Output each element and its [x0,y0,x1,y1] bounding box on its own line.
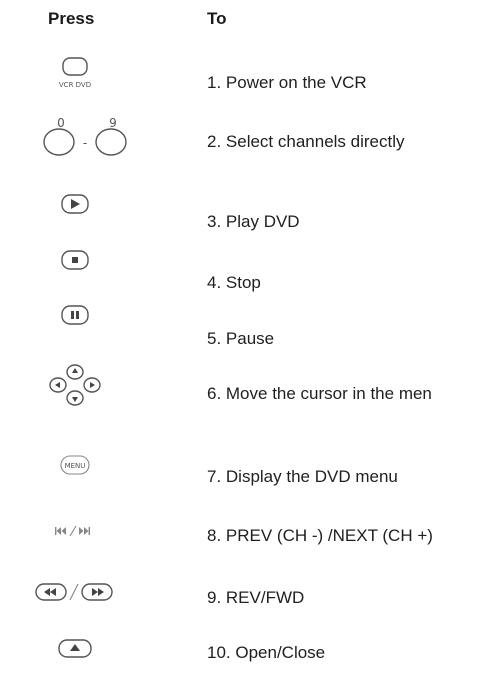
instruction-label: 5. Pause [207,329,275,348]
instruction-row-open-close: 10. Open/Close [0,637,494,663]
svg-text:VCR DVD: VCR DVD [59,81,91,89]
instruction-label: 2. Select channels directly [207,132,405,151]
menu-button-icon: MENU [0,453,150,479]
number-buttons-icon: 0 - 9 [10,113,160,163]
instruction-row-stop: 4. Stop [0,248,494,292]
instruction-row-menu: MENU 7. Display the DVD menu [0,453,494,486]
svg-text:MENU: MENU [65,462,86,470]
pause-button-icon [0,303,150,329]
direction-pad-icon [0,360,150,412]
svg-text:-: - [83,136,87,150]
press-column-header: Press [48,9,95,28]
instruction-row-rev-fwd: 9. REV/FWD [0,580,494,607]
instruction-row-channels: 0 - 9 2. Select channels directly [0,113,494,163]
instruction-label: 10. Open/Close [207,643,326,662]
instruction-label: 9. REV/FWD [207,588,305,607]
instruction-label: 4. Stop [207,273,261,292]
instruction-label: 8. PREV (CH -) /NEXT (CH +) [207,526,433,545]
instruction-label: 7. Display the DVD menu [207,467,398,486]
svg-text:9: 9 [109,116,117,130]
prev-next-buttons-icon [0,523,150,539]
instruction-row-prev-next: 8. PREV (CH -) /NEXT (CH +) [0,523,494,545]
play-button-icon [0,192,150,218]
instruction-label: 3. Play DVD [207,212,300,231]
open-close-button-icon [0,637,150,661]
instruction-label: 1. Power on the VCR [207,73,367,92]
stop-button-icon [0,248,150,274]
instruction-row-power: VCR DVD 1. Power on the VCR [0,55,494,95]
power-vcr-dvd-button-icon: VCR DVD [0,55,150,95]
instruction-label: 6. Move the cursor in the men [207,384,432,403]
rev-fwd-buttons-icon [0,580,150,604]
to-column-header: To [207,9,227,28]
svg-text:0: 0 [57,116,65,130]
instruction-row-pause: 5. Pause [0,303,494,348]
instruction-row-cursor: 6. Move the cursor in the men [0,360,494,412]
instruction-row-play: 3. Play DVD [0,192,494,231]
